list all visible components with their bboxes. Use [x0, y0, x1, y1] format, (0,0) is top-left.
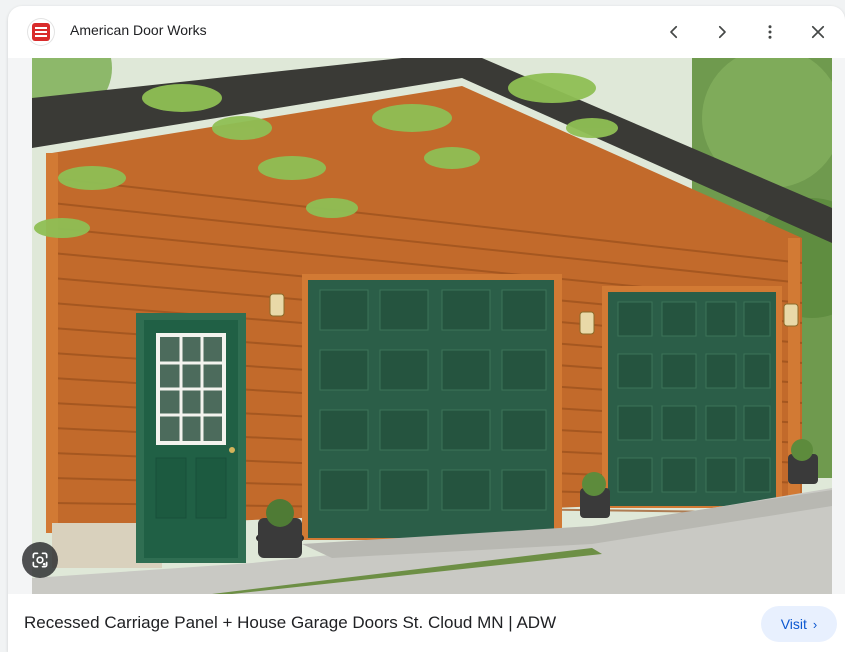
garage-photo: [32, 58, 832, 594]
previous-button[interactable]: [660, 18, 688, 46]
site-name[interactable]: American Door Works: [70, 22, 207, 38]
visit-button[interactable]: Visit ›: [761, 606, 837, 642]
preview-footer: Recessed Carriage Panel + House Garage D…: [8, 594, 845, 652]
chevron-right-icon: ›: [812, 616, 818, 632]
next-button[interactable]: [708, 18, 736, 46]
preview-image[interactable]: [8, 58, 845, 594]
more-vert-icon: [768, 25, 772, 39]
image-preview-panel: American Door Works Recessed Carriage Pa…: [8, 6, 845, 652]
close-button[interactable]: [804, 18, 832, 46]
preview-header: American Door Works: [8, 6, 845, 58]
brand-logo-icon: [32, 23, 50, 41]
chevron-right-icon: [718, 25, 726, 39]
google-lens-button[interactable]: [22, 542, 58, 578]
visit-label: Visit: [780, 616, 807, 632]
close-icon: [811, 25, 825, 39]
image-caption[interactable]: Recessed Carriage Panel + House Garage D…: [24, 612, 556, 634]
more-options-button[interactable]: [756, 18, 784, 46]
site-favicon[interactable]: [28, 19, 54, 45]
chevron-left-icon: [670, 25, 678, 39]
google-lens-icon: [32, 552, 48, 568]
